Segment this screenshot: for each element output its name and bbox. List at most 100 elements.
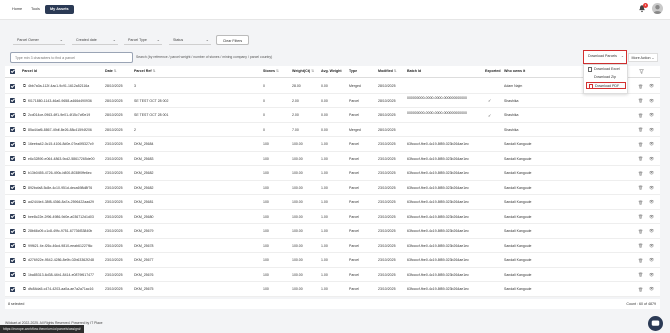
row-checkbox[interactable] (10, 243, 15, 248)
delete-icon[interactable]: 🗑 (638, 229, 643, 234)
table-row[interactable]: ⧉ 28b66c09-c1c8-49fc-9751-67736f33840b 23/… (5, 224, 660, 239)
view-icon[interactable]: 👁 (649, 170, 654, 175)
col-stones[interactable]: Stones⇅ (263, 69, 279, 73)
copy-icon[interactable]: ⧉ (23, 98, 26, 103)
col-date[interactable]: Date⇅ (105, 69, 117, 73)
menu-download-excel[interactable]: Download Excel (586, 66, 626, 73)
copy-icon[interactable]: ⧉ (23, 185, 26, 190)
table-row[interactable]: ⧉ 4bb7a0a-112f-4ac1-9c91-1612a52116a 28/10… (5, 79, 660, 94)
parcel-type-filter[interactable]: Parcel Type ⌄ (124, 35, 162, 45)
view-icon[interactable]: 👁 (649, 257, 654, 262)
col-type[interactable]: Type (349, 69, 357, 73)
col-batch-id[interactable]: Batch Id (407, 69, 421, 73)
nav-my-assets[interactable]: My Assets (45, 5, 74, 14)
row-checkbox[interactable] (10, 199, 15, 205)
created-date-filter[interactable]: Created date ⌄ (72, 35, 118, 45)
copy-icon[interactable]: ⧉ (23, 83, 26, 88)
table-row[interactable]: ⧉ d276922e-9542-4286-8e9b-02b63362f248 23/… (5, 253, 660, 268)
row-checkbox[interactable] (10, 272, 15, 277)
view-icon[interactable]: 👁 (649, 127, 654, 132)
copy-icon[interactable]: ⧉ (23, 156, 26, 161)
table-row[interactable]: ⧉ 1ba85313-6d38-44b1-8414-e0879f617477 23/… (5, 268, 660, 282)
menu-download-pdf[interactable]: Download PDF (586, 82, 626, 89)
copy-icon[interactable]: ⧉ (23, 170, 26, 175)
copy-icon[interactable]: ⧉ (23, 243, 26, 248)
copy-icon[interactable]: ⧉ (23, 286, 26, 291)
copy-icon[interactable]: ⧉ (23, 272, 26, 277)
col-weight[interactable]: Weight(Ct)⇅ (292, 69, 314, 73)
nav-home[interactable]: Home (7, 5, 27, 14)
delete-icon[interactable]: 🗑 (638, 171, 643, 176)
view-icon[interactable]: 👁 (649, 243, 654, 248)
col-modified[interactable]: Modified⇅ (378, 69, 397, 73)
row-checkbox[interactable] (10, 286, 15, 292)
row-checkbox[interactable] (10, 127, 15, 132)
row-checkbox[interactable] (10, 141, 15, 147)
view-icon[interactable]: 👁 (649, 272, 654, 277)
row-checkbox[interactable] (10, 83, 15, 89)
delete-icon[interactable]: 🗑 (638, 214, 643, 219)
filter-icon[interactable] (639, 69, 644, 74)
table-row[interactable]: ⧉ bee8c22e-2f96-4986-9d0e-a036712d1d03 23/… (5, 210, 660, 224)
table-row[interactable]: ⧉ 2cd014ce-0963-4ff1-9e01-4f15c7cf0e19 28/… (5, 108, 660, 123)
copy-icon[interactable]: ⧉ (23, 214, 26, 219)
table-row[interactable]: ⧉ 892bcfa8-5c8e-4c10-951d-deca698d8f76 23/… (5, 181, 660, 195)
col-parcel-id[interactable]: Parcel Id (22, 69, 37, 73)
delete-icon[interactable]: 🗑 (638, 287, 643, 292)
chat-button[interactable] (648, 316, 663, 331)
row-checkbox[interactable] (10, 156, 15, 161)
delete-icon[interactable]: 🗑 (638, 200, 643, 205)
view-icon[interactable]: 👁 (649, 286, 654, 291)
select-all-checkbox[interactable] (10, 69, 15, 74)
copy-icon[interactable]: ⧉ (23, 127, 26, 132)
table-row[interactable]: ⧉ dfc84da5-c474-4203-aa0a-ae7a2a71ac16 23/… (5, 282, 660, 297)
menu-download-zip[interactable]: Download Zip (586, 74, 626, 81)
row-checkbox[interactable] (10, 170, 15, 176)
delete-icon[interactable]: 🗑 (638, 243, 643, 248)
delete-icon[interactable]: 🗑 (638, 127, 643, 132)
more-action-button[interactable]: More Action ⌄ (628, 53, 658, 62)
row-checkbox[interactable] (10, 228, 15, 234)
copy-icon[interactable]: ⧉ (23, 199, 26, 204)
view-icon[interactable]: 👁 (649, 199, 654, 204)
view-icon[interactable]: 👁 (649, 83, 654, 88)
row-checkbox[interactable] (10, 185, 15, 190)
view-icon[interactable]: 👁 (649, 156, 654, 161)
delete-icon[interactable]: 🗑 (638, 98, 643, 103)
copy-icon[interactable]: ⧉ (23, 228, 26, 233)
status-filter[interactable]: Status ⌄ (169, 35, 211, 45)
table-row[interactable]: ⧉ 99f621 4e-f26c-46cd-9810-eeab61227f6c 23… (5, 239, 660, 253)
copy-icon[interactable]: ⧉ (23, 257, 26, 262)
row-checkbox[interactable] (10, 112, 15, 118)
delete-icon[interactable]: 🗑 (638, 272, 643, 277)
delete-icon[interactable]: 🗑 (638, 156, 643, 161)
delete-icon[interactable]: 🗑 (638, 113, 643, 118)
copy-icon[interactable]: ⧉ (23, 141, 26, 146)
view-icon[interactable]: 👁 (649, 141, 654, 146)
delete-icon[interactable]: 🗑 (638, 258, 643, 263)
col-parcel-ref[interactable]: Parcel Ref⇅ (134, 69, 156, 73)
download-parcels-button[interactable]: Download Parcels ⌄ (583, 50, 627, 64)
nav-tools[interactable]: Tools (26, 5, 45, 14)
delete-icon[interactable]: 🗑 (638, 84, 643, 89)
col-avg-weight[interactable]: Avg. Weight (321, 69, 342, 73)
parcel-owner-filter[interactable]: Parcel Owner ⌄ (13, 35, 65, 45)
table-row[interactable]: ⧉ f0171880-1143-46a0-9658-a466d490936 28/1… (5, 94, 660, 108)
table-row[interactable]: ⧉ e6c32890-e064-4863-9cd2-58617265de00 23/… (5, 152, 660, 166)
view-icon[interactable]: 👁 (649, 98, 654, 103)
search-input[interactable] (10, 52, 133, 63)
view-icon[interactable]: 👁 (649, 214, 654, 219)
view-icon[interactable]: 👁 (649, 112, 654, 117)
avatar[interactable] (652, 3, 663, 14)
table-row[interactable]: ⧉ b13b0455-4726-490c-b800-8038f0ffe6ec 23/… (5, 166, 660, 181)
clear-filters-button[interactable]: Clear Filters (216, 35, 249, 45)
col-who-owns-it[interactable]: Who owns it (504, 69, 525, 73)
col-exported[interactable]: Exported (485, 69, 501, 73)
delete-icon[interactable]: 🗑 (638, 185, 643, 190)
table-row[interactable]: ⧉ ad2444e4-38f8-4366-8a7a-2596422aad29 23/… (5, 195, 660, 210)
view-icon[interactable]: 👁 (649, 185, 654, 190)
view-icon[interactable]: 👁 (649, 228, 654, 233)
copy-icon[interactable]: ⧉ (23, 112, 26, 117)
delete-icon[interactable]: 🗑 (638, 142, 643, 147)
row-checkbox[interactable] (10, 98, 15, 103)
